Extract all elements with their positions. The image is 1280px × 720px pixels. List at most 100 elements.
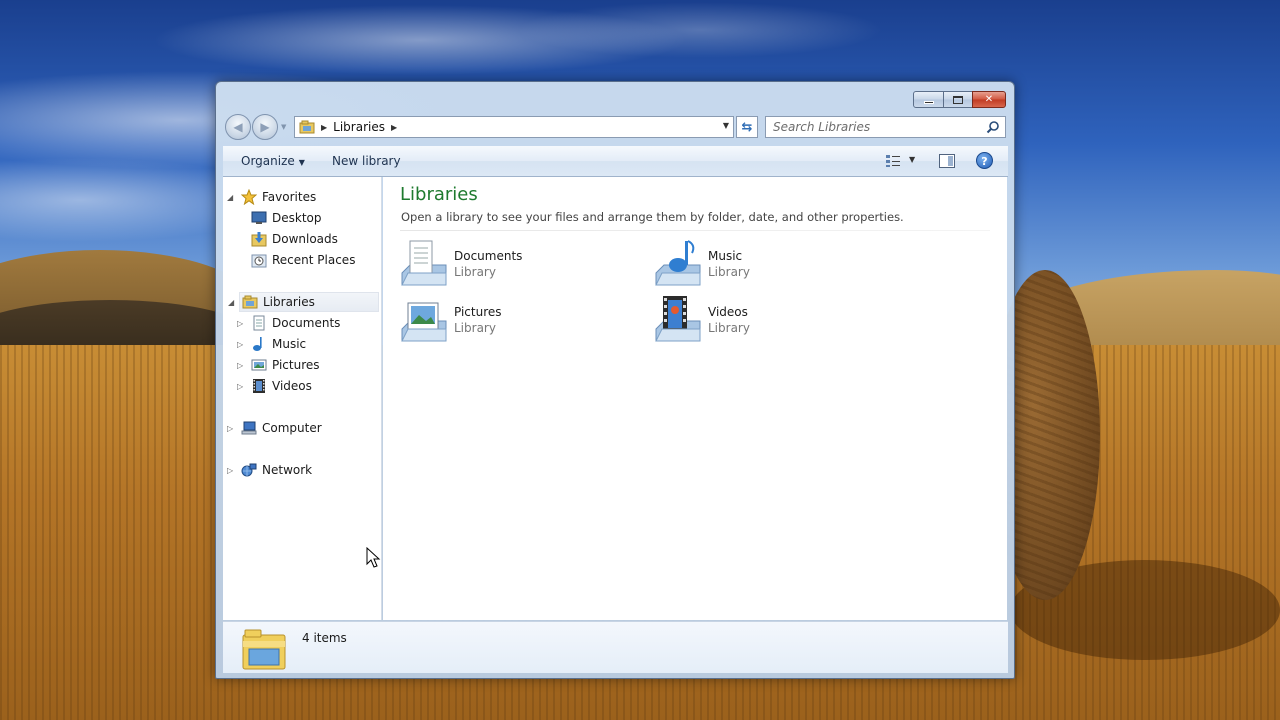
close-button[interactable]: ✕	[972, 91, 1006, 108]
library-name: Music	[708, 249, 743, 263]
search-box[interactable]	[765, 116, 1006, 138]
maximize-button[interactable]	[943, 91, 973, 108]
libraries-folder-icon	[242, 629, 286, 670]
breadcrumb-libraries[interactable]: Libraries	[333, 120, 385, 134]
search-input[interactable]	[766, 117, 976, 137]
tree-item-label: Recent Places	[272, 253, 356, 267]
music-icon	[253, 337, 262, 351]
tree-item-documents[interactable]: ▷ Documents	[237, 313, 341, 333]
minimize-button[interactable]	[913, 91, 944, 108]
forward-button[interactable]: ▶	[252, 114, 278, 140]
status-bar: 4 items	[223, 621, 1008, 673]
recent-places-icon	[251, 254, 267, 268]
collapse-arrow-icon[interactable]: ◢	[227, 193, 233, 202]
videos-library-icon	[655, 296, 701, 342]
library-type: Library	[708, 321, 750, 335]
tree-item-downloads[interactable]: Downloads	[251, 229, 338, 249]
collapse-arrow-icon[interactable]: ◢	[228, 298, 234, 307]
tree-item-music[interactable]: ▷ Music	[237, 334, 307, 354]
mouse-cursor-icon	[366, 547, 381, 568]
music-library-icon	[655, 240, 701, 286]
organize-button[interactable]: Organize ▼	[241, 154, 305, 168]
tree-item-videos[interactable]: ▷ Videos	[237, 376, 312, 396]
pictures-library-icon	[401, 302, 447, 342]
expand-arrow-icon[interactable]: ▷	[227, 424, 233, 433]
library-name: Pictures	[454, 305, 502, 319]
address-bar[interactable]: ▶ Libraries ▶ ▼	[294, 116, 734, 138]
tree-computer[interactable]: ▷ Computer	[227, 418, 322, 438]
tree-item-label: Downloads	[272, 232, 338, 246]
organize-chevron-down-icon: ▼	[298, 158, 305, 167]
tree-item-label: Music	[272, 337, 307, 351]
tree-libraries[interactable]: ◢ Libraries	[228, 292, 379, 312]
change-view-icon[interactable]	[885, 154, 901, 168]
breadcrumb-separator-icon[interactable]: ▶	[321, 123, 327, 132]
address-dropdown-icon[interactable]: ▼	[723, 121, 729, 130]
libraries-icon	[242, 295, 258, 309]
tree-item-label: Pictures	[272, 358, 320, 372]
library-tile-music[interactable]: Music Library	[654, 239, 894, 291]
recent-pages-dropdown[interactable]: ▼	[281, 123, 286, 131]
library-name: Videos	[708, 305, 748, 319]
tree-item-label: Videos	[272, 379, 312, 393]
computer-icon	[241, 421, 257, 435]
star-icon	[241, 189, 257, 205]
library-type: Library	[708, 265, 750, 279]
page-title: Libraries	[400, 184, 478, 205]
command-bar: Organize ▼ New library ▼ ?	[223, 146, 1008, 177]
downloads-icon	[251, 232, 267, 247]
page-description: Open a library to see your files and arr…	[401, 210, 904, 224]
explorer-window: ✕ ◀ ▶ ▼ ▶ Libraries ▶ ▼ ⇆ Search Librari…	[215, 81, 1015, 679]
new-library-label: New library	[332, 154, 401, 168]
expand-arrow-icon[interactable]: ▷	[227, 466, 233, 475]
item-count: 4 items	[302, 631, 347, 645]
breadcrumb-chevron-icon[interactable]: ▶	[391, 123, 397, 132]
documents-icon	[253, 315, 265, 331]
tree-item-recent-places[interactable]: Recent Places	[251, 250, 355, 270]
expand-arrow-icon[interactable]: ▷	[237, 340, 243, 349]
maximize-icon	[953, 95, 963, 104]
tree-network-label: Network	[262, 463, 313, 477]
videos-icon	[253, 379, 265, 393]
back-arrow-icon: ◀	[233, 120, 243, 134]
back-button[interactable]: ◀	[225, 114, 251, 140]
pictures-icon	[251, 359, 267, 371]
new-library-button[interactable]: New library	[332, 154, 401, 168]
search-icon[interactable]	[986, 120, 1000, 134]
tree-item-desktop[interactable]: Desktop	[251, 208, 322, 228]
tree-computer-label: Computer	[262, 421, 322, 435]
tree-item-label: Desktop	[272, 211, 322, 225]
help-icon[interactable]: ?	[976, 152, 993, 169]
library-tile-documents[interactable]: Documents Library	[400, 239, 640, 291]
organize-label: Organize	[241, 154, 295, 168]
content-pane: Libraries Open a library to see your fil…	[383, 177, 1007, 620]
refresh-icon: ⇆	[741, 119, 753, 135]
caption-buttons: ✕	[913, 91, 1006, 108]
expand-arrow-icon[interactable]: ▷	[237, 382, 243, 391]
library-type: Library	[454, 265, 496, 279]
network-icon	[241, 463, 257, 477]
refresh-button[interactable]: ⇆	[736, 116, 758, 138]
navigation-pane: ◢ Favorites Desktop Downloads Recent Pla…	[223, 177, 382, 620]
library-tile-videos[interactable]: Videos Library	[654, 295, 894, 347]
navigation-row: ◀ ▶ ▼ ▶ Libraries ▶ ▼ ⇆	[224, 114, 1006, 140]
libraries-folder-icon	[299, 120, 315, 134]
minimize-icon	[923, 100, 934, 104]
tree-network[interactable]: ▷ Network	[227, 460, 313, 480]
tree-favorites[interactable]: ◢ Favorites	[227, 187, 317, 207]
library-type: Library	[454, 321, 496, 335]
tree-item-pictures[interactable]: ▷ Pictures	[237, 355, 320, 375]
preview-pane-icon[interactable]	[939, 154, 955, 168]
expand-arrow-icon[interactable]: ▷	[237, 319, 243, 328]
tree-libraries-label: Libraries	[263, 295, 315, 309]
desktop-icon	[251, 211, 267, 224]
tree-favorites-label: Favorites	[262, 190, 317, 204]
library-tile-pictures[interactable]: Pictures Library	[400, 295, 640, 347]
divider	[400, 230, 990, 231]
documents-library-icon	[401, 240, 447, 286]
tree-item-label: Documents	[272, 316, 341, 330]
forward-arrow-icon: ▶	[260, 120, 270, 134]
view-options-dropdown-icon[interactable]: ▼	[909, 155, 915, 164]
close-icon: ✕	[984, 94, 994, 105]
expand-arrow-icon[interactable]: ▷	[237, 361, 243, 370]
